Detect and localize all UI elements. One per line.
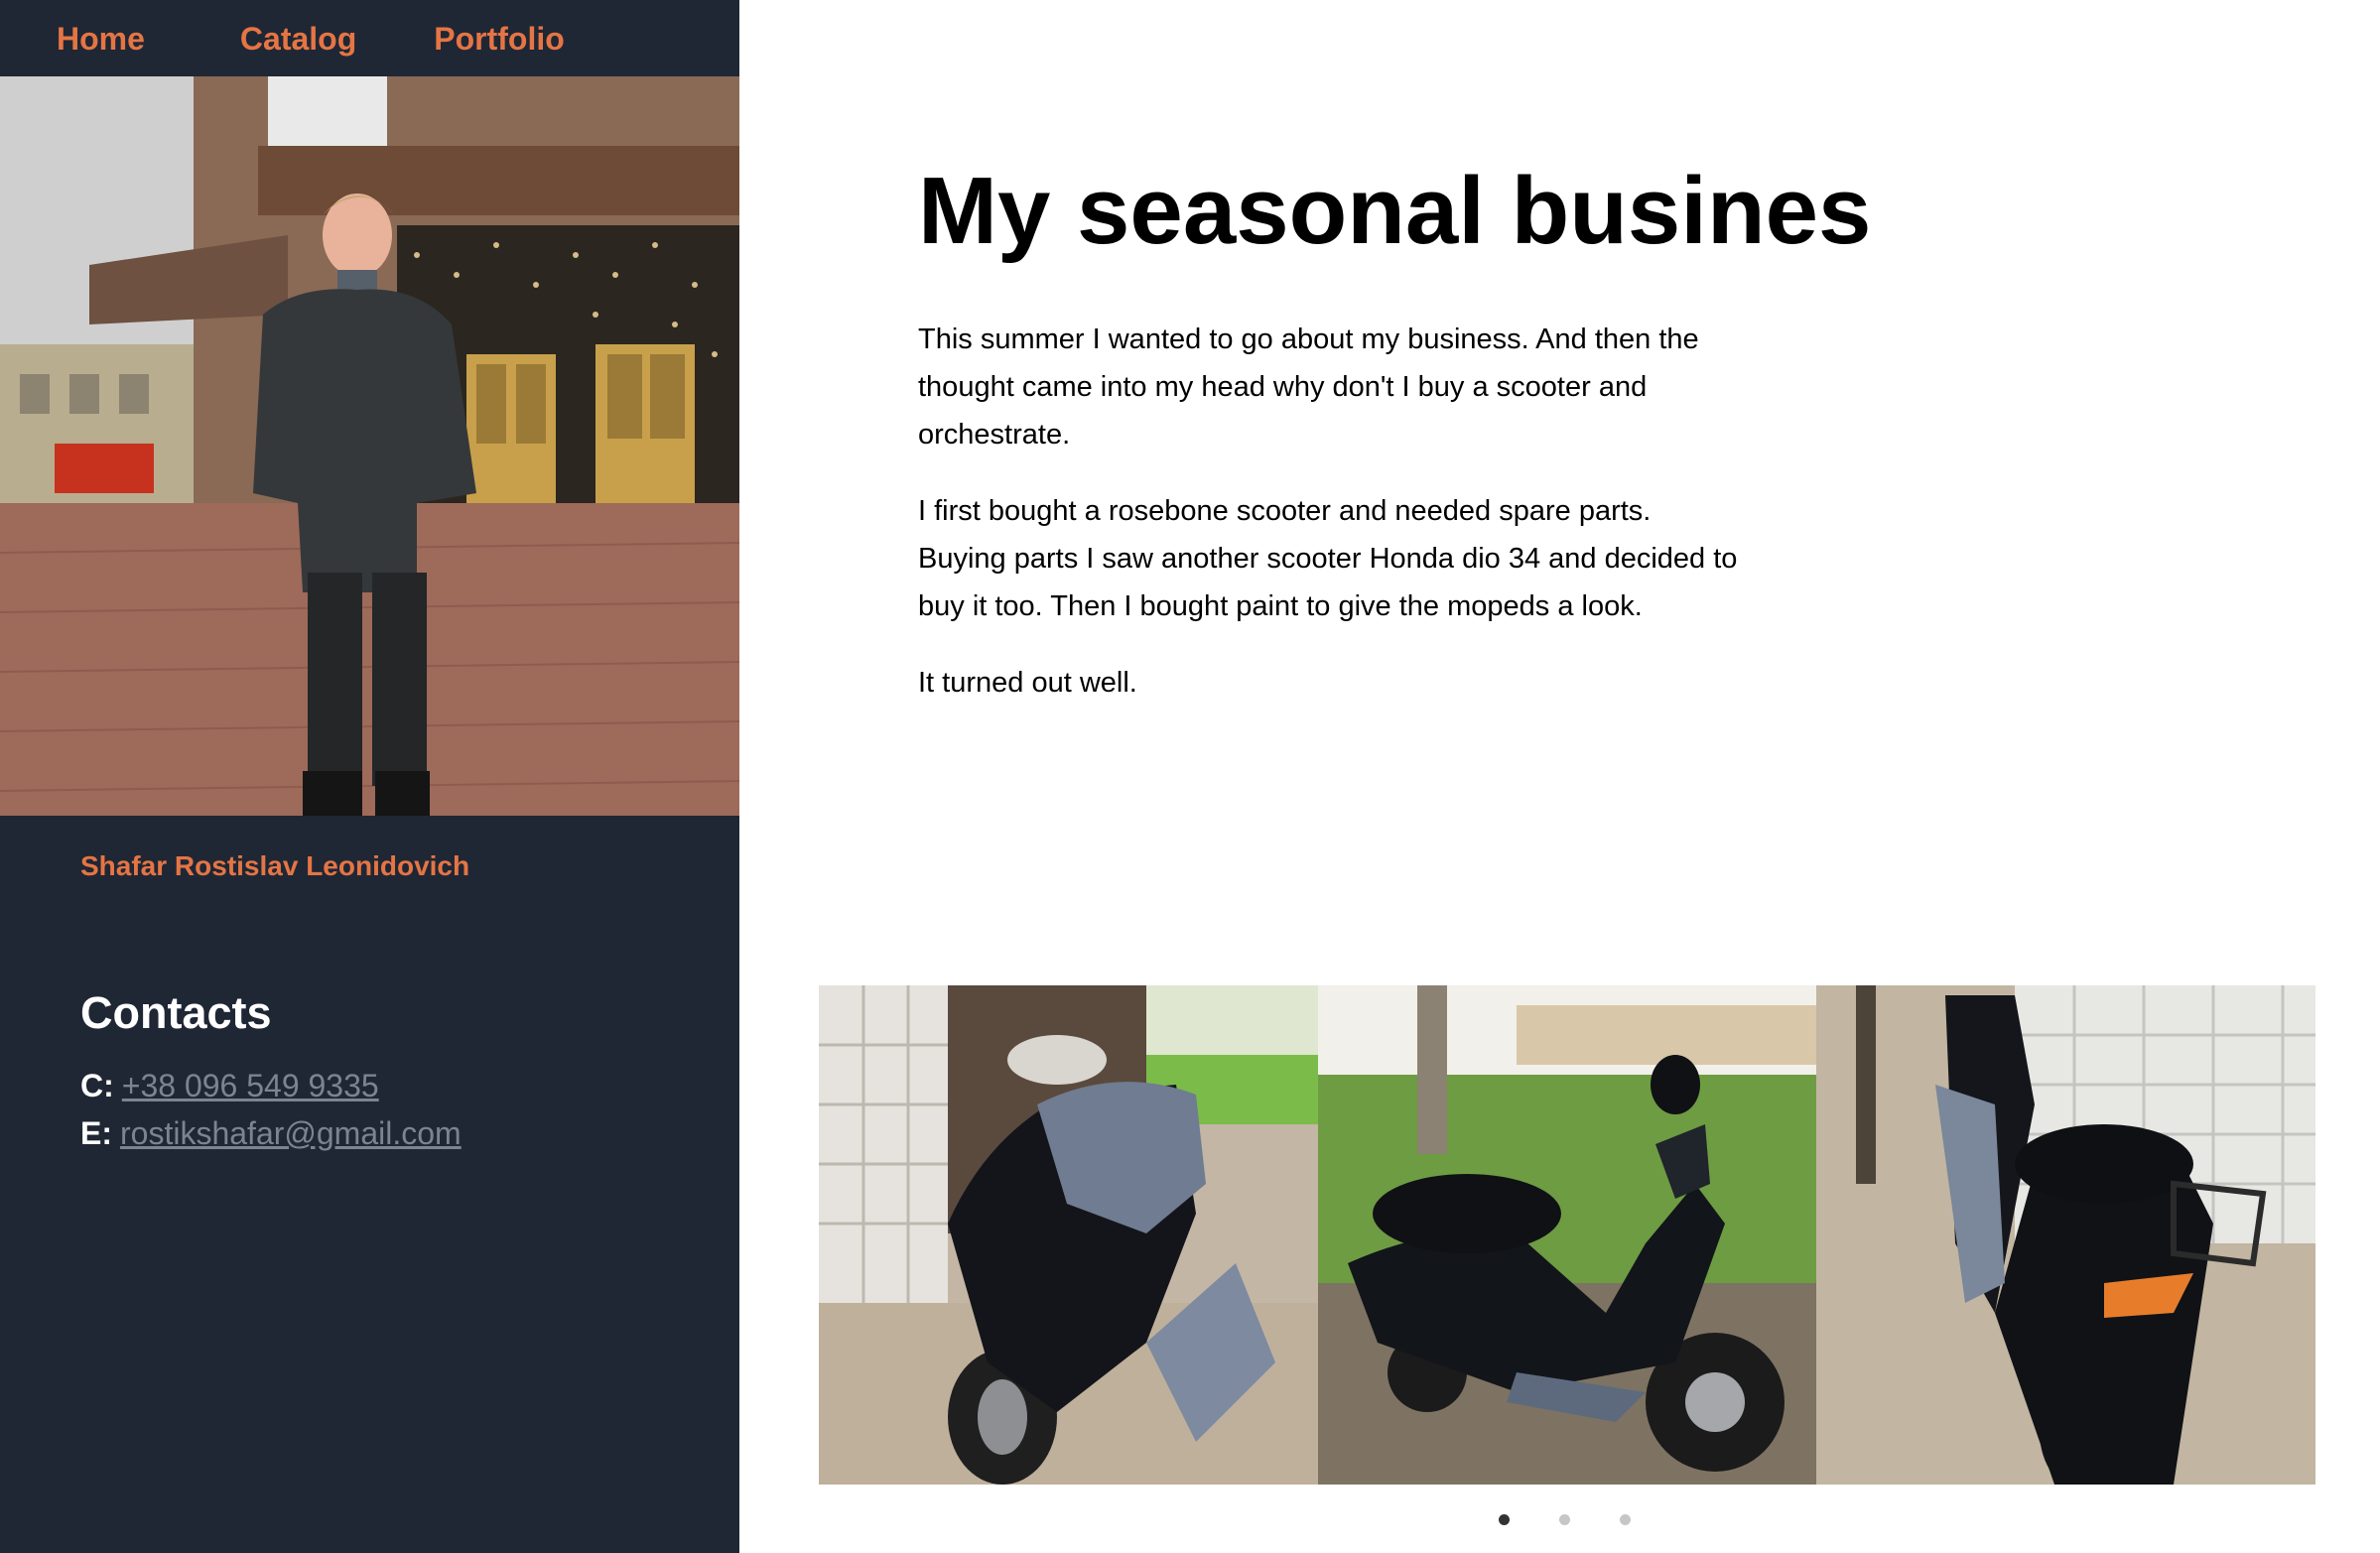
email-link[interactable]: rostikshafar@gmail.com — [120, 1115, 462, 1151]
gallery-slide-1[interactable] — [819, 985, 1318, 1485]
contacts-heading: Contacts — [80, 987, 272, 1038]
portrait-photo-icon — [0, 76, 739, 816]
gallery-dot-1[interactable] — [1499, 1514, 1510, 1525]
scooter-photo-front-icon — [819, 985, 1318, 1485]
article-paragraph-1: This summer I wanted to go about my busi… — [918, 324, 1699, 451]
gallery-dot-2[interactable] — [1559, 1514, 1570, 1525]
sidebar: Home Catalog Portfolio Shafar Rostislav … — [0, 0, 739, 1553]
phone-link[interactable]: +38 096 549 9335 — [122, 1068, 379, 1103]
email-key-label: E: — [80, 1115, 112, 1151]
nav-portfolio-link[interactable]: Portfolio — [434, 23, 565, 55]
email-contact: E: rostikshafar@gmail.com — [80, 1114, 462, 1152]
owner-name: Shafar Rostislav Leonidovich — [80, 850, 470, 881]
scooter-photo-side-icon — [1318, 985, 1816, 1485]
phone-contact: C: +38 096 549 9335 — [80, 1067, 379, 1104]
gallery-slide-3[interactable] — [1816, 985, 2315, 1485]
article-paragraph-2: I first bought a rosebone scooter and ne… — [918, 495, 1738, 622]
profile-photo — [0, 76, 739, 816]
article-title: My seasonal busines — [918, 158, 1872, 264]
nav-home-link[interactable]: Home — [57, 23, 145, 55]
gallery-slide-2[interactable] — [1318, 985, 1816, 1485]
main-nav: Home Catalog Portfolio — [0, 0, 739, 76]
gallery-dot-3[interactable] — [1620, 1514, 1631, 1525]
scooter-photo-rear-icon — [1816, 985, 2315, 1485]
page: Home Catalog Portfolio Shafar Rostislav … — [0, 0, 2380, 1553]
article-paragraph-3: It turned out well. — [918, 667, 1137, 699]
phone-key-label: C: — [80, 1068, 114, 1103]
scooter-gallery[interactable] — [819, 985, 2315, 1485]
gallery-pagination — [1499, 1514, 1680, 1525]
nav-catalog-link[interactable]: Catalog — [240, 23, 356, 55]
